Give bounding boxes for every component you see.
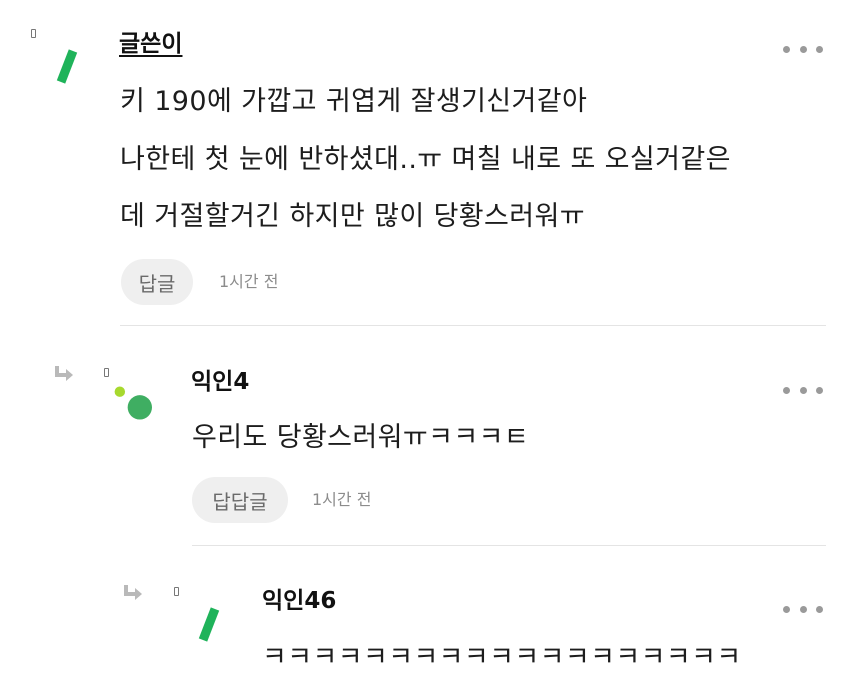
reply-arrow-icon [55,366,73,381]
more-dot-icon [816,605,823,613]
badge-marker-icon [104,368,109,377]
comment-timestamp: 1시간 전 [312,490,372,509]
more-dot-icon [816,386,823,394]
comment-text-line: 우리도 당황스러워ㅠㅋㅋㅋㅌ [192,422,530,453]
badge-marker-icon [174,587,179,596]
more-dot-icon [799,605,807,613]
green-slash-avatar-icon [56,49,78,84]
more-dot-icon [783,45,790,53]
more-dot-icon [783,386,790,394]
comment-author[interactable]: 글쓴이 [119,33,182,56]
comment-text-line: 키 190에 가깝고 귀엽게 잘생기신거같아 [120,86,588,117]
comment-divider [120,325,826,326]
comment-timestamp: 1시간 전 [219,272,279,291]
more-dot-icon [816,45,823,53]
badge-marker-icon [31,29,36,38]
green-slash-avatar-icon [198,607,220,642]
comment-divider [192,545,826,546]
more-options-button[interactable] [783,600,823,618]
more-dot-icon [799,386,807,394]
more-options-button[interactable] [783,381,823,399]
comment-author[interactable]: 익인4 [191,371,249,394]
more-dot-icon [799,45,807,53]
more-dot-icon [783,605,790,613]
reply-arrow-icon [124,585,142,600]
reply-button[interactable]: 답답글 [192,477,288,523]
comment-text-line: ㅋㅋㅋㅋㅋㅋㅋㅋㅋㅋㅋㅋㅋㅋㅋㅋㅋㅋㅋ [262,642,742,673]
comment-text-line: 나한테 첫 눈에 반하셨대..ㅠ 며칠 내로 또 오실거같은 [120,144,731,175]
lime-dot-icon [114,386,126,397]
more-options-button[interactable] [783,40,823,58]
avatar[interactable] [48,42,88,86]
comment-author[interactable]: 익인46 [262,590,336,613]
avatar[interactable] [192,602,232,646]
avatar[interactable] [112,381,152,425]
green-circle-avatar-icon [127,395,152,420]
comment-text-line: 데 거절할거긴 하지만 많이 당황스러워ㅠ [120,201,586,232]
reply-button[interactable]: 답글 [121,259,193,305]
